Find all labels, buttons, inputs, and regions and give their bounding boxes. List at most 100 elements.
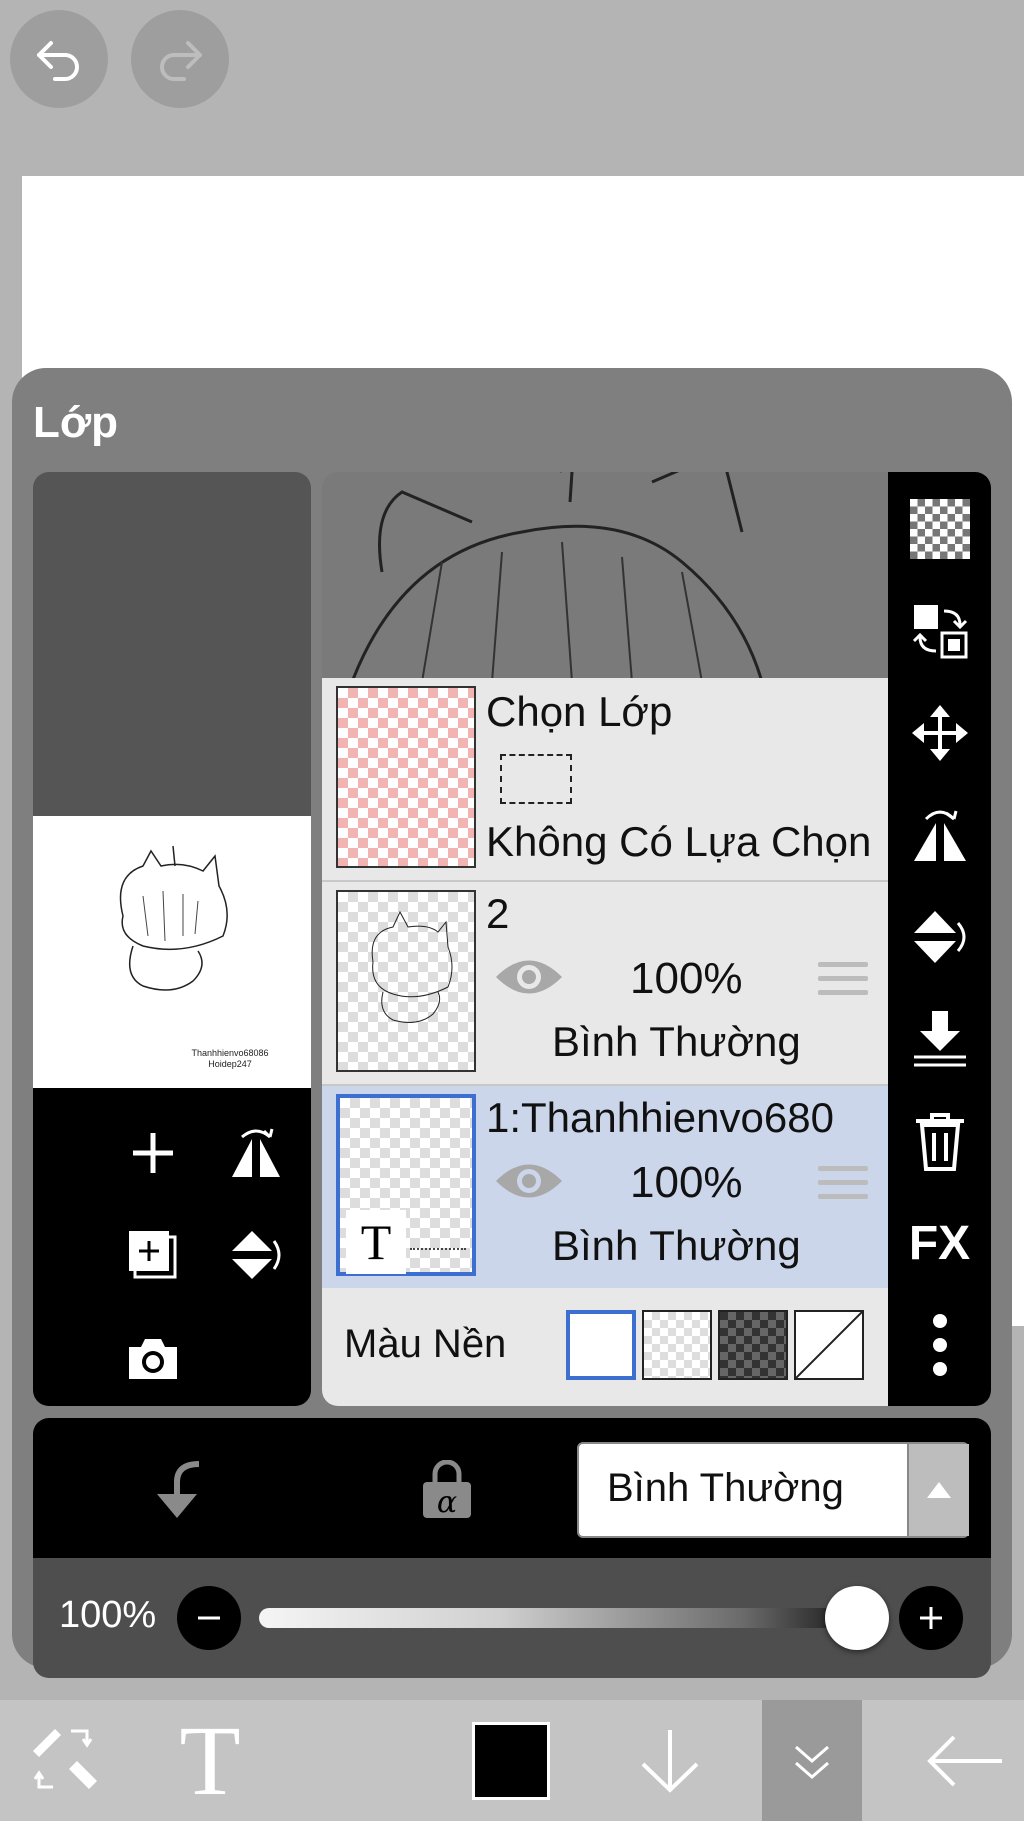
layer-row-selected[interactable]: T 1:Thanhhienvo680 100% Bình Thường: [322, 1086, 888, 1290]
merge-down-button[interactable]: [888, 994, 991, 1084]
minus-icon: [198, 1616, 220, 1620]
layer-toolbar: FX: [888, 472, 991, 1406]
camera-button[interactable]: [118, 1324, 188, 1394]
plus-icon: [133, 1133, 173, 1173]
layer-row[interactable]: 2 100% Bình Thường: [322, 882, 888, 1086]
drag-handle-icon[interactable]: [818, 962, 868, 1004]
bg-checker-dark-swatch[interactable]: [718, 1310, 788, 1380]
move-icon: [911, 705, 968, 761]
opacity-decrease-button[interactable]: [177, 1586, 241, 1650]
delete-layer-button[interactable]: [888, 1096, 991, 1186]
blend-bar: α Bình Thường: [33, 1418, 991, 1558]
flip-vertical-icon: [913, 911, 965, 963]
bottom-toolbar: T: [0, 1700, 1024, 1821]
undo-icon: [37, 41, 79, 81]
layer-down-button[interactable]: [620, 1700, 720, 1821]
flip-horizontal-icon: [913, 810, 966, 861]
opacity-value: 100%: [59, 1594, 157, 1636]
flip-horizontal-icon: [232, 1128, 280, 1177]
blend-mode-select[interactable]: Bình Thường: [577, 1442, 969, 1538]
drag-handle-icon[interactable]: [818, 1166, 868, 1208]
flip-layer-h-button[interactable]: [221, 1118, 291, 1188]
merge-down-icon: [913, 1011, 966, 1067]
opacity-increase-button[interactable]: [899, 1586, 963, 1650]
selection-layer-row[interactable]: Chọn Lớp Không Có Lựa Chọn: [322, 678, 888, 882]
text-preview: [410, 1248, 466, 1256]
layer-opacity: 100%: [630, 954, 743, 1003]
redo-button[interactable]: [131, 10, 229, 108]
layer-mode: Bình Thường: [552, 1222, 801, 1269]
layer-name: 1:Thanhhienvo680: [486, 1094, 834, 1141]
duplicate-layer-button[interactable]: [118, 1220, 188, 1290]
layer-list: Chọn Lớp Không Có Lựa Chọn 2 100% Bình T…: [322, 472, 888, 1406]
trash-icon: [915, 1113, 964, 1171]
camera-icon: [129, 1339, 177, 1379]
layer-opacity: 100%: [630, 1158, 743, 1207]
swap-layer-button[interactable]: [888, 586, 991, 676]
bg-none-swatch[interactable]: [794, 1310, 864, 1380]
more-button[interactable]: [888, 1300, 991, 1390]
duplicate-icon: [129, 1231, 177, 1279]
preview-canvas: Thanhhienvo68086 Hoidep247: [33, 816, 311, 1088]
collapse-panel-button[interactable]: [762, 1700, 862, 1821]
preview-watermark-1: Thanhhienvo68086: [191, 1048, 269, 1058]
selection-layer-thumb: [336, 686, 476, 868]
swap-icon: [912, 605, 967, 659]
svg-text:α: α: [437, 1485, 457, 1520]
redo-icon: [160, 41, 202, 81]
back-button[interactable]: [914, 1700, 1014, 1821]
layer-mode: Bình Thường: [552, 1018, 801, 1065]
layer-name: 2: [486, 890, 510, 937]
brush-eraser-icon: [33, 1728, 97, 1789]
checker-icon: [909, 499, 970, 559]
background-label: Màu Nền: [344, 1322, 507, 1366]
more-icon: [932, 1314, 947, 1376]
fx-icon: FX: [908, 1216, 971, 1270]
clip-arrow-icon: [157, 1461, 200, 1518]
flip-layer-v-button[interactable]: [221, 1220, 291, 1290]
layer-thumb-drawing: [371, 910, 453, 1023]
layer-name: Chọn Lớp: [486, 688, 673, 735]
eye-icon: [496, 960, 562, 994]
flip-horizontal-button[interactable]: [888, 790, 991, 880]
triangle-up-icon: [927, 1482, 951, 1498]
flip-vertical-button[interactable]: [888, 892, 991, 982]
flip-vertical-icon: [232, 1231, 281, 1279]
preview-watermark-2: Hoidep247: [208, 1059, 252, 1069]
preview-tools: [33, 1088, 311, 1406]
transparency-button[interactable]: [888, 484, 991, 574]
layer-thumb: T: [336, 1094, 476, 1276]
text-tool-button[interactable]: T: [150, 1700, 270, 1821]
bg-white-swatch[interactable]: [566, 1310, 636, 1380]
tool-select-button[interactable]: [10, 1700, 120, 1821]
blend-mode-value: Bình Thường: [607, 1466, 844, 1510]
bg-checker-light-swatch[interactable]: [642, 1310, 712, 1380]
text-icon: T: [179, 1704, 241, 1816]
color-swatch: [472, 1721, 550, 1800]
alpha-lock-button[interactable]: α: [409, 1452, 485, 1528]
visibility-toggle[interactable]: [494, 954, 564, 1000]
opacity-slider-track[interactable]: [259, 1608, 865, 1628]
opacity-bar: 100%: [33, 1558, 991, 1678]
add-layer-button[interactable]: [118, 1118, 188, 1188]
text-layer-glyph: T: [346, 1210, 406, 1274]
move-layer-button[interactable]: [888, 688, 991, 778]
color-button[interactable]: [468, 1700, 554, 1821]
opacity-slider-thumb[interactable]: [825, 1586, 889, 1650]
blend-dropdown-toggle[interactable]: [907, 1444, 969, 1536]
plus-icon: [920, 1607, 942, 1629]
panel-title: Lớp: [33, 398, 119, 447]
back-arrow-icon: [927, 1735, 1002, 1786]
layer-thumb: [336, 890, 476, 1072]
visibility-toggle[interactable]: [494, 1158, 564, 1204]
down-arrow-icon: [641, 1729, 699, 1793]
alpha-lock-icon: α: [423, 1460, 471, 1520]
fx-button[interactable]: FX: [888, 1198, 991, 1288]
canvas-peek: [352, 472, 763, 678]
diagonal-icon: [795, 1311, 863, 1379]
layer-subtitle: Không Có Lựa Chọn: [486, 818, 872, 865]
selection-rect-icon: [500, 754, 572, 804]
undo-button[interactable]: [10, 10, 108, 108]
clip-button[interactable]: [139, 1452, 215, 1528]
collapse-icon: [795, 1745, 829, 1779]
